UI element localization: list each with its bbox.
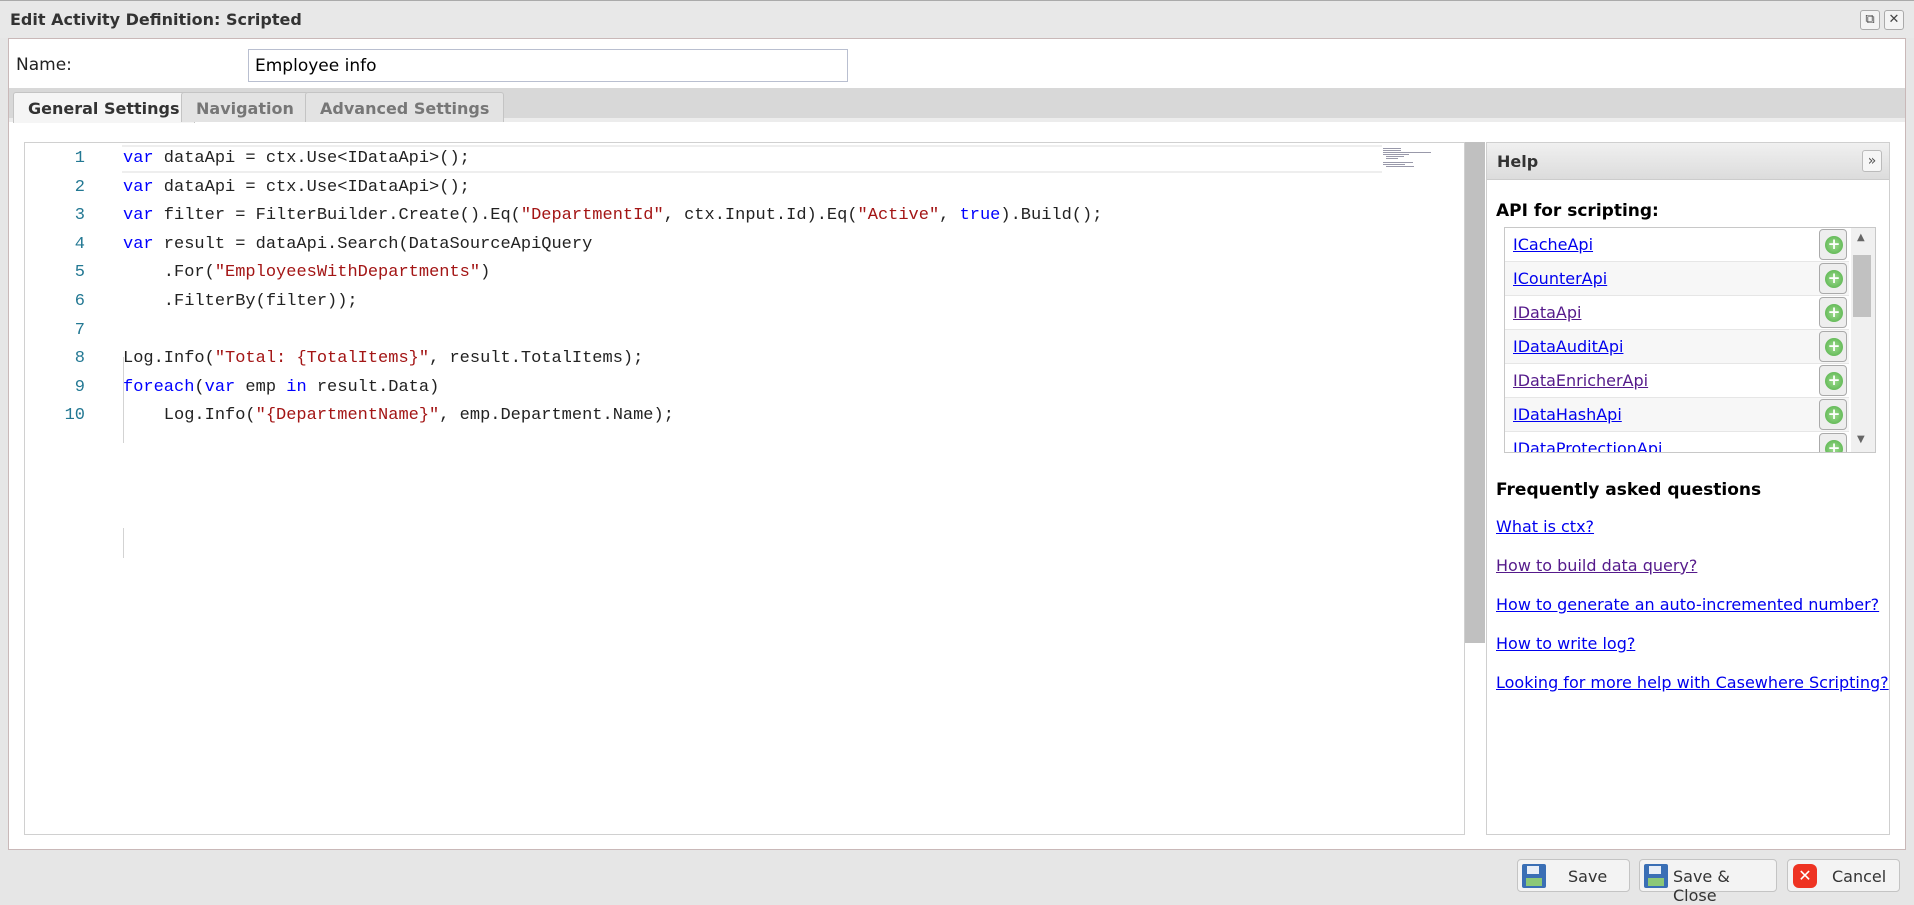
restore-icon[interactable]: ⧉ <box>1860 10 1880 30</box>
api-list-item: IDataApi + <box>1505 296 1849 330</box>
line-number: 7 <box>74 320 85 340</box>
scroll-down-icon[interactable]: ▼ <box>1857 434 1865 445</box>
add-api-button[interactable]: + <box>1819 297 1847 328</box>
code-text: var filter = FilterBuilder.Create().Eq("… <box>123 206 1103 226</box>
code-text: .FilterBy(filter)); <box>123 292 358 311</box>
faq-link[interactable]: Looking for more help with Casewhere Scr… <box>1496 673 1889 692</box>
code-text: Log.Info("{DepartmentName}", emp.Departm… <box>123 406 674 426</box>
cancel-button[interactable]: ✕ Cancel <box>1787 859 1900 892</box>
faq-link[interactable]: What is ctx? <box>1496 517 1594 536</box>
code-line[interactable]: 6 .FilterBy(filter)); <box>25 288 1355 316</box>
api-list-item: IDataEnricherApi + <box>1505 364 1849 398</box>
tab-general-settings[interactable]: General Settings <box>13 92 195 123</box>
code-line[interactable]: 8 Log.Info("Total: {TotalItems}", result.… <box>25 345 1355 373</box>
api-heading: API for scripting: <box>1496 201 1659 221</box>
tab-strip: General Settings Navigation Advanced Set… <box>9 88 1905 123</box>
add-api-button[interactable]: + <box>1819 331 1847 362</box>
add-api-button[interactable]: + <box>1819 263 1847 294</box>
code-line[interactable]: 1 var dataApi = ctx.Use<IDataApi>(); <box>25 145 1355 173</box>
code-line[interactable]: 3 var filter = FilterBuilder.Create().Eq(… <box>25 202 1355 230</box>
editor-scrollbar[interactable] <box>1465 142 1485 643</box>
save-and-close-button[interactable]: Save & Close <box>1639 859 1777 905</box>
help-panel: Help » API for scripting: ICacheApi + ICou… <box>1486 142 1890 835</box>
faq-link[interactable]: How to build data query? <box>1496 556 1697 575</box>
api-link[interactable]: IDataHashApi <box>1513 405 1622 424</box>
plus-icon: + <box>1825 304 1843 322</box>
add-api-button[interactable]: + <box>1819 399 1847 430</box>
faq-heading: Frequently asked questions <box>1496 480 1762 500</box>
api-link[interactable]: ICacheApi <box>1513 235 1593 254</box>
plus-icon: + <box>1825 406 1843 424</box>
api-link[interactable]: IDataProtectionApi <box>1513 439 1662 452</box>
code-line[interactable]: 4 var result = dataApi.Search(DataSourceA… <box>25 231 1355 259</box>
add-api-button[interactable]: + <box>1819 229 1847 260</box>
indent-guide <box>123 528 124 558</box>
code-text: foreach(var emp in result.Data) <box>123 377 440 397</box>
code-text: Log.Info("Total: {TotalItems}", result.T… <box>123 349 644 369</box>
api-list: ICacheApi + ICounterApi + IDataApi + IDataAudi… <box>1504 227 1876 453</box>
line-number: 4 <box>74 234 85 254</box>
faq-link[interactable]: How to generate an auto-incremented numb… <box>1496 595 1879 614</box>
name-label: Name: <box>16 55 72 75</box>
tab-advanced-settings[interactable]: Advanced Settings <box>305 92 505 122</box>
window-title: Edit Activity Definition: Scripted <box>10 10 302 29</box>
code-text: var dataApi = ctx.Use<IDataApi>(); <box>123 177 470 197</box>
line-number: 1 <box>74 149 85 168</box>
line-number: 2 <box>74 177 85 197</box>
line-number: 3 <box>74 206 85 226</box>
api-list-item: IDataAuditApi + <box>1505 330 1849 364</box>
api-list-item: ICacheApi + <box>1505 228 1849 262</box>
line-number: 10 <box>64 406 85 426</box>
collapse-icon[interactable]: » <box>1862 150 1882 172</box>
code-text: .For("EmployeesWithDepartments") <box>123 263 491 283</box>
code-line[interactable]: 10 Log.Info("{DepartmentName}", emp.Depa… <box>25 402 1355 430</box>
scroll-up-icon[interactable]: ▲ <box>1857 232 1865 243</box>
api-link[interactable]: ICounterApi <box>1513 269 1607 288</box>
help-title: Help <box>1497 152 1539 171</box>
code-line[interactable]: 2 var dataApi = ctx.Use<IDataApi>(); <box>25 174 1355 202</box>
api-list-scrollbar[interactable]: ▲ ▼ <box>1851 228 1875 452</box>
code-minimap[interactable] <box>1383 147 1463 177</box>
api-list-item: IDataHashApi + <box>1505 398 1849 432</box>
code-line[interactable]: 5 .For("EmployeesWithDepartments") <box>25 259 1355 287</box>
plus-icon: + <box>1825 270 1843 288</box>
code-text: var result = dataApi.Search(DataSourceAp… <box>123 234 593 254</box>
code-editor[interactable]: 1 var dataApi = ctx.Use<IDataApi>(); 2 var … <box>24 142 1465 835</box>
plus-icon: + <box>1825 236 1843 254</box>
line-number: 8 <box>74 349 85 369</box>
faq-link[interactable]: How to write log? <box>1496 634 1635 653</box>
api-link[interactable]: IDataAuditApi <box>1513 337 1623 356</box>
floppy-disk-icon <box>1522 864 1546 888</box>
api-link[interactable]: IDataEnricherApi <box>1513 371 1648 390</box>
plus-icon: + <box>1825 372 1843 390</box>
cancel-x-icon: ✕ <box>1793 864 1817 888</box>
tab-navigation[interactable]: Navigation <box>181 92 309 122</box>
api-list-item: IDataProtectionApi + <box>1505 432 1849 452</box>
floppy-disk-icon <box>1644 864 1668 888</box>
code-line[interactable]: 7 <box>25 317 1355 345</box>
line-number: 9 <box>74 377 85 397</box>
code-text: var dataApi = ctx.Use<IDataApi>(); <box>123 149 470 168</box>
api-link[interactable]: IDataApi <box>1513 303 1581 322</box>
close-icon[interactable]: ✕ <box>1884 10 1904 30</box>
name-input[interactable] <box>248 49 848 82</box>
plus-icon: + <box>1825 338 1843 356</box>
line-number: 5 <box>74 263 85 283</box>
api-list-item: ICounterApi + <box>1505 262 1849 296</box>
line-number: 6 <box>74 292 85 311</box>
add-api-button[interactable]: + <box>1819 433 1847 452</box>
window-titlebar: Edit Activity Definition: Scripted ⧉ ✕ <box>0 0 1914 38</box>
code-line[interactable]: 9 foreach(var emp in result.Data) <box>25 374 1355 402</box>
save-button[interactable]: Save <box>1517 859 1630 892</box>
plus-icon: + <box>1825 440 1843 452</box>
add-api-button[interactable]: + <box>1819 365 1847 396</box>
